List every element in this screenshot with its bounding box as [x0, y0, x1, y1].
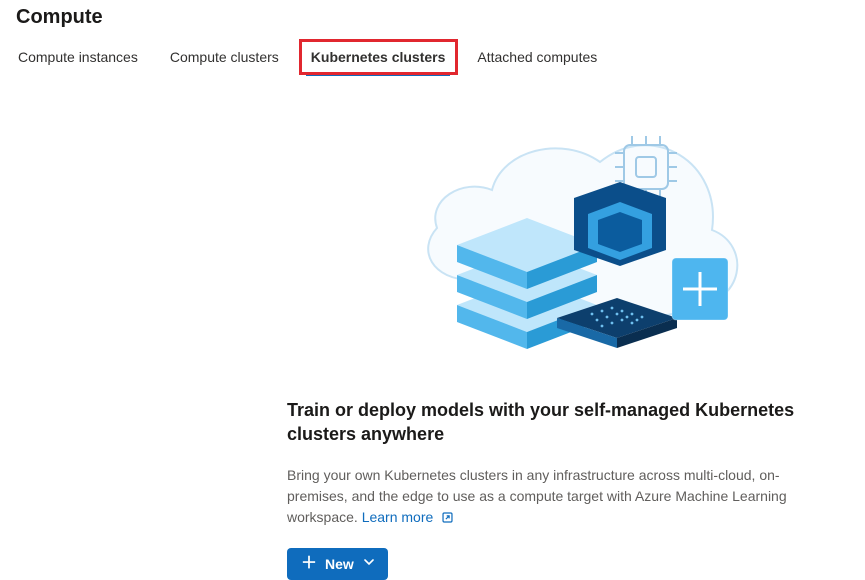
- plus-icon: ＋: [301, 556, 317, 572]
- chevron-down-icon: [364, 558, 374, 569]
- empty-state-description: Bring your own Kubernetes clusters in an…: [287, 465, 817, 530]
- content-area: Train or deploy models with your self-ma…: [16, 100, 849, 580]
- tab-attached-computes[interactable]: Attached computes: [475, 43, 599, 75]
- tab-kubernetes-clusters[interactable]: Kubernetes clusters: [309, 43, 448, 75]
- learn-more-link[interactable]: Learn more: [362, 509, 454, 525]
- learn-more-label: Learn more: [362, 509, 434, 525]
- tab-compute-instances[interactable]: Compute instances: [16, 43, 140, 75]
- new-button[interactable]: ＋ New: [287, 548, 388, 580]
- empty-state-heading: Train or deploy models with your self-ma…: [287, 398, 817, 447]
- external-link-icon: [441, 509, 454, 530]
- empty-state-panel: Train or deploy models with your self-ma…: [287, 100, 817, 580]
- tab-compute-clusters[interactable]: Compute clusters: [168, 43, 281, 75]
- kubernetes-illustration: [352, 100, 752, 370]
- tabs-nav: Compute instances Compute clusters Kuber…: [16, 43, 849, 76]
- page-title: Compute: [16, 6, 849, 29]
- new-button-label: New: [325, 556, 354, 572]
